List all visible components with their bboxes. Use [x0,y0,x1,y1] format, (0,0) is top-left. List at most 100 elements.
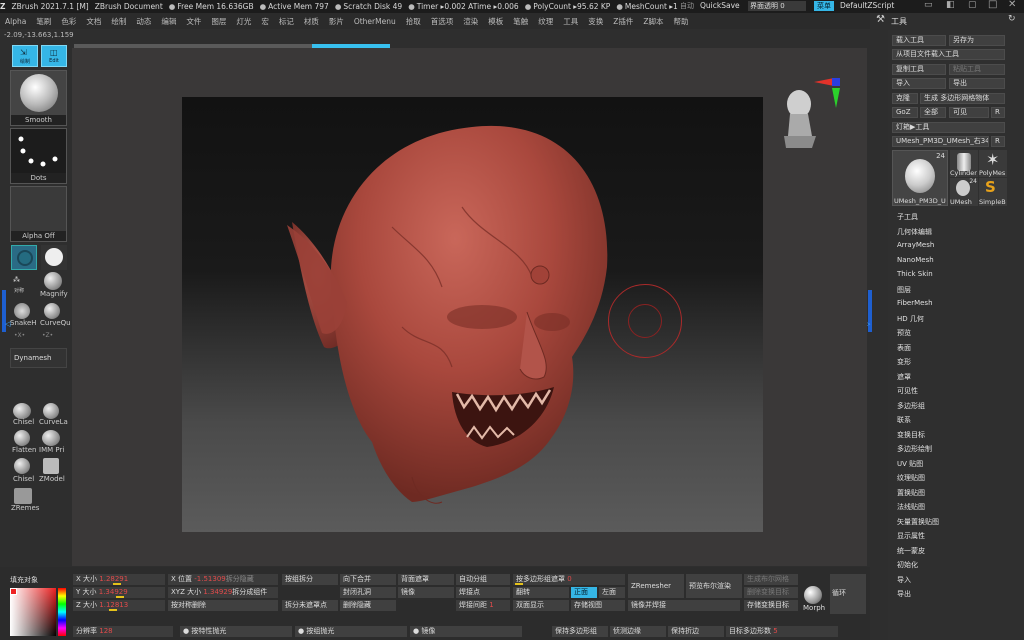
close-holes-button[interactable]: 封闭孔洞 [340,587,396,598]
goz-r-button[interactable]: R [991,107,1005,118]
chisel2-brush-icon[interactable] [14,458,30,474]
menu-item[interactable]: Z脚本 [643,16,663,27]
subpalette-item[interactable]: 可见性 [897,386,918,396]
magnify-brush-icon[interactable] [44,272,62,290]
menu-item[interactable]: Alpha [5,17,26,26]
menu-item[interactable]: 帮助 [674,16,689,27]
menu-item[interactable]: 首选项 [431,16,454,27]
texture-tile[interactable] [11,245,37,270]
delete-hidden-button[interactable]: 删除隐藏 [340,600,396,611]
subpalette-item[interactable]: 矢量置换贴图 [897,517,939,527]
subpalette-item[interactable]: 纹理贴图 [897,473,925,483]
z-size-slider[interactable]: Z 大小 1.12813 [73,600,165,611]
menu-item[interactable]: 变换 [588,16,603,27]
menu-item[interactable]: 笔触 [513,16,528,27]
menu-item[interactable]: 色彩 [61,16,76,27]
hue-strip[interactable] [58,588,66,636]
subpalette-item[interactable]: HD 几何 [897,314,924,324]
polygroup-mask-slider[interactable]: 按多边形组遮罩 0 [513,574,625,585]
subpalette-item[interactable]: 图层 [897,285,911,295]
menu-item[interactable]: 动态 [136,16,151,27]
mirror-and-weld-button[interactable]: 镜像并焊接 [628,600,740,611]
subpalette-item[interactable]: FiberMesh [897,299,933,307]
make-polymesh-button[interactable]: 生成 多边形网格物体 [920,93,1005,104]
menu-item[interactable]: 图层 [211,16,226,27]
left-button[interactable]: 左面 [599,587,625,598]
subpalette-item[interactable]: 初始化 [897,560,918,570]
maximize-icon[interactable]: □ [988,0,997,10]
mirror-toggle-button[interactable]: ● 镜像 [410,626,522,637]
mirror-button[interactable]: 镜像 [398,587,454,598]
zremesher-button[interactable]: ZRemesher [628,574,684,598]
subpalette-item[interactable]: 导入 [897,575,911,585]
tool-thumb-polymesh[interactable]: ✶ PolyMes [979,150,1007,177]
edit-mode-button[interactable]: ◫ Edit [41,45,67,67]
save-view-button[interactable]: 存储视图 [571,600,625,611]
menu-item[interactable]: 纹理 [538,16,553,27]
weld-distance-slider[interactable]: 焊接间距 1 [456,600,510,611]
delete-by-symmetry-button[interactable]: 按对称删除 [168,600,278,611]
symmetry-z-toggle[interactable]: •Z• [42,332,53,339]
draw-mode-button[interactable]: ⇲ 绘制 [12,45,38,67]
front-button[interactable]: 正面 [571,587,597,598]
axis-gizmo-icon[interactable] [810,74,844,110]
stroke-dots-tile[interactable]: Dots [10,128,67,184]
zmodeler-brush-icon[interactable] [43,458,59,474]
subpalette-item[interactable]: 显示属性 [897,531,925,541]
menu-item[interactable]: Z插件 [613,16,633,27]
snakehook-brush-icon[interactable] [14,303,30,319]
clone-button[interactable]: 克隆 [892,93,918,104]
tool-thumb-cylinder[interactable]: Cylinder [950,150,978,177]
tool-thumb-simplebrush[interactable]: S SimpleB [979,178,1007,206]
double-sided-button[interactable]: 双面显示 [513,600,569,611]
curvelathe-brush-icon[interactable] [43,403,59,419]
menu-item[interactable]: 模板 [488,16,503,27]
default-zscript-button[interactable]: DefaultZScript [840,1,894,10]
left-tray-arrow-icon[interactable]: ◁ [5,320,10,328]
subpalette-item[interactable]: 变换目标 [897,430,925,440]
goz-button[interactable]: GoZ [892,107,918,118]
material-tile[interactable] [41,245,67,270]
current-tool-name[interactable]: UMesh_PM3D_UMesh_右348 [892,136,989,147]
primary-color-swatch[interactable] [10,588,17,595]
preview-boolean-button[interactable]: 预览布尔渲染 [686,574,742,598]
menu-item[interactable]: 影片 [329,16,344,27]
color-picker[interactable] [10,588,56,636]
brush-smooth-tile[interactable]: Smooth [10,70,67,126]
symmetry-x-toggle[interactable]: •X• [14,332,25,339]
refresh-icon[interactable]: ↻ [1008,14,1016,24]
loop-button[interactable]: 循环 [830,574,866,614]
subpalette-item[interactable]: 置换贴图 [897,488,925,498]
menu-item[interactable]: 宏 [261,16,269,27]
quicksave-button[interactable]: QuickSave [700,1,740,10]
auto-group-button[interactable]: 自动分组 [456,574,510,585]
load-tool-button[interactable]: 载入工具 [892,35,946,46]
flip-button[interactable]: 翻转 [513,587,569,598]
x-size-slider[interactable]: X 大小 1.28291 [73,574,165,585]
dynamesh-button[interactable]: Dynamesh [10,348,67,368]
flatten-brush-icon[interactable] [14,430,30,446]
menu-item[interactable]: 工具 [563,16,578,27]
restore-icon[interactable]: ▢ [968,0,977,10]
polish-by-groups-button[interactable]: ● 按组抛光 [295,626,407,637]
menu-item[interactable]: OtherMenu [354,17,396,26]
target-polygons-slider[interactable]: 目标多边形数 5 [726,626,838,637]
curvequad-brush-icon[interactable] [44,303,60,319]
menu-item[interactable]: 拾取 [406,16,421,27]
tool-thumb-umesh-small[interactable]: 24 UMesh [950,178,978,206]
split-unmasked-button[interactable]: 拆分未遮罩点 [282,600,338,611]
subpalette-item[interactable]: 几何体编辑 [897,227,932,237]
goz-visible-button[interactable]: 可见 [949,107,989,118]
menu-item[interactable]: 文档 [86,16,101,27]
subpalette-item[interactable]: ArrayMesh [897,241,934,249]
window-icon[interactable]: ◧ [946,0,955,10]
menu-item[interactable]: 绘制 [111,16,126,27]
paste-tool-button[interactable]: 粘贴工具 [949,64,1005,75]
current-tool-r-button[interactable]: R [991,136,1005,147]
subpalette-item[interactable]: 变形 [897,357,911,367]
keep-creases-button[interactable]: 保持折边 [668,626,724,637]
save-as-button[interactable]: 另存为 [949,35,1005,46]
detect-edges-button[interactable]: 侦测边缘 [610,626,666,637]
minimize-icon[interactable]: ▭ [924,0,933,10]
subpalette-item[interactable]: 遮罩 [897,372,911,382]
